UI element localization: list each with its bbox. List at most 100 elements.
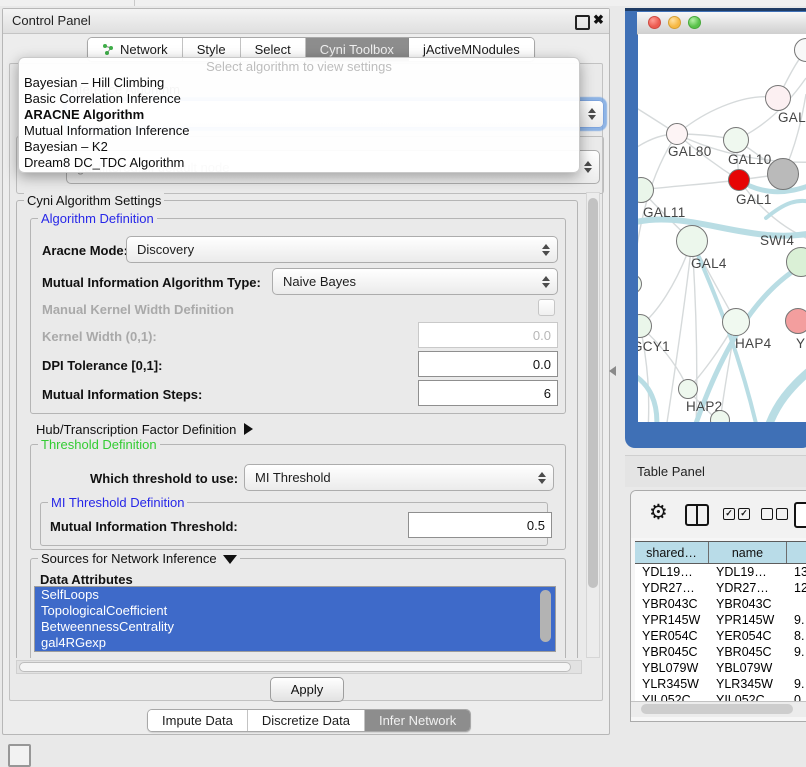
mi-threshold-value: 0.5 [527, 518, 545, 533]
attribute-item-selfloops[interactable]: SelfLoops [35, 587, 555, 603]
combo-stepper-icon [542, 244, 550, 256]
attribute-item-gal4rgexp[interactable]: gal4RGexp [35, 635, 555, 651]
algorithm-definition-label: Algorithm Definition [38, 211, 157, 226]
scrollbar-thumb[interactable] [19, 662, 571, 672]
mi-steps-field[interactable]: 6 [418, 380, 558, 406]
table-cell: YER054C [635, 628, 709, 644]
table-cell: YLR345W [709, 676, 787, 692]
scrollbar-thumb[interactable] [641, 704, 793, 714]
popup-item-aracne-algorithm[interactable]: ARACNE Algorithm [19, 107, 579, 123]
minimized-panel-icon[interactable] [8, 744, 31, 767]
deselect-all-icon[interactable] [761, 508, 788, 520]
tab-impute-data[interactable]: Impute Data [148, 710, 248, 731]
dpi-tolerance-field[interactable]: 0.0 [418, 351, 558, 377]
network-node-hap4[interactable] [722, 308, 750, 336]
popup-item-bayesian-k2[interactable]: Bayesian – K2 [19, 139, 579, 155]
mi-type-value: Naive Bayes [283, 274, 356, 289]
scrollbar-thumb[interactable] [588, 198, 598, 588]
network-canvas[interactable]: GALGAL80GAL10GAL1GAL11GAL4SWI4GCY1HAP4YH… [638, 34, 806, 422]
popup-item-bayesian-hill-climbing[interactable]: Bayesian – Hill Climbing [19, 75, 579, 91]
table-row[interactable]: YLR345WYLR345W9. [635, 676, 806, 692]
mac-minimize-icon[interactable] [668, 16, 681, 29]
table-panel-title: Table Panel [637, 464, 705, 479]
close-icon[interactable]: ✖ [593, 12, 604, 28]
table-cell: 9. [787, 676, 806, 692]
hub-definition-expander[interactable]: Hub/Transcription Factor Definition [36, 422, 253, 437]
gear-icon[interactable]: ⚙ [649, 500, 668, 525]
select-all-icon[interactable]: ✓✓ [723, 508, 750, 520]
which-threshold-value: MI Threshold [255, 470, 331, 485]
popup-item-mutual-information-inference[interactable]: Mutual Information Inference [19, 123, 579, 139]
tab-label: Cyni Toolbox [320, 42, 394, 57]
network-node-gal[interactable] [765, 85, 791, 111]
table-horizontal-scrollbar[interactable] [631, 701, 806, 717]
attributes-scrollbar[interactable] [540, 590, 551, 642]
top-toolbar-remnant [0, 0, 806, 6]
network-node-hap2[interactable] [678, 379, 698, 399]
network-node-y[interactable] [785, 308, 806, 334]
popup-placeholder: Select algorithm to view settings [19, 58, 579, 75]
network-node[interactable] [767, 158, 799, 190]
mi-type-combobox[interactable]: Naive Bayes [272, 268, 558, 295]
sources-group-label[interactable]: Sources for Network Inference [38, 551, 240, 566]
network-node-gal1[interactable] [728, 169, 750, 191]
table-cell: YER054C [709, 628, 787, 644]
table-cell [787, 596, 806, 612]
attribute-item-topologicalcoefficient[interactable]: TopologicalCoefficient [35, 603, 555, 619]
tab-label: Impute Data [162, 713, 233, 728]
network-node-label: HAP4 [735, 336, 771, 351]
network-node-label: GAL4 [691, 256, 727, 271]
data-attributes-list[interactable]: SelfLoopsTopologicalCoefficientBetweenne… [34, 586, 556, 652]
combo-stepper-icon [542, 276, 550, 288]
mac-close-icon[interactable] [648, 16, 661, 29]
tab-infer-network[interactable]: Infer Network [365, 710, 470, 731]
mi-threshold-label: Mutual Information Threshold: [50, 519, 238, 534]
new-table-icon[interactable] [794, 502, 806, 528]
table-cell: YDR27… [635, 580, 709, 596]
mi-threshold-field[interactable]: 0.5 [408, 512, 552, 538]
table-row[interactable]: YBL079WYBL079W [635, 660, 806, 676]
settings-horizontal-scrollbar[interactable] [16, 660, 582, 674]
network-node-label: GAL80 [668, 144, 712, 159]
table-cell: YDL19… [709, 564, 787, 580]
dpi-tolerance-label: DPI Tolerance [0,1]: [42, 358, 162, 373]
manual-kernel-checkbox[interactable] [538, 299, 555, 316]
table-body: YDL19…YDL19…13YDR27…YDR27…12YBR043CYBR04… [635, 564, 806, 708]
table-row[interactable]: YDR27…YDR27…12 [635, 580, 806, 596]
column-header-shared[interactable]: shared… [635, 542, 709, 563]
aracne-mode-combobox[interactable]: Discovery [126, 236, 558, 263]
splitter-collapse-icon[interactable] [609, 366, 616, 376]
table-row[interactable]: YER054CYER054C8. [635, 628, 806, 644]
column-header-name[interactable]: name [709, 542, 787, 563]
popup-item-basic-correlation-inference[interactable]: Basic Correlation Inference [19, 91, 579, 107]
cyni-mode-tabs: Impute Data Discretize DataInfer Network [147, 709, 471, 732]
which-threshold-combobox[interactable]: MI Threshold [244, 464, 554, 491]
tab-discretize-data[interactable]: Discretize Data [248, 710, 365, 731]
mac-zoom-icon[interactable] [688, 16, 701, 29]
apply-button[interactable]: Apply [270, 677, 344, 702]
attribute-item-betweennesscentrality[interactable]: BetweennessCentrality [35, 619, 555, 635]
table-toolbar: ⚙ ✓✓ [631, 491, 806, 538]
dpi-tolerance-value: 0.0 [533, 357, 551, 372]
node-table: shared…name YDL19…YDL19…13YDR27…YDR27…12… [635, 541, 806, 708]
float-window-icon[interactable] [575, 15, 590, 30]
network-node-label: GCY1 [638, 339, 670, 354]
network-node-gal10[interactable] [723, 127, 749, 153]
table-row[interactable]: YPR145WYPR145W9. [635, 612, 806, 628]
table-row[interactable]: YBR043CYBR043C [635, 596, 806, 612]
popup-item-dream8-dc-tdc-algorithm[interactable]: Dream8 DC_TDC Algorithm [19, 155, 579, 171]
table-cell: 9. [787, 644, 806, 660]
settings-vertical-scrollbar[interactable] [586, 192, 600, 658]
column-header[interactable] [787, 542, 806, 563]
network-window-titlebar[interactable] [637, 12, 806, 35]
kernel-width-field[interactable]: 0.0 [418, 322, 558, 348]
threshold-definition-label: Threshold Definition [38, 437, 160, 452]
split-pane-icon[interactable] [685, 504, 709, 526]
kernel-width-value: 0.0 [533, 328, 551, 343]
panel-title: Control Panel [12, 13, 91, 28]
table-row[interactable]: YBR045CYBR045C9. [635, 644, 806, 660]
network-node-gal4[interactable] [676, 225, 708, 257]
table-row[interactable]: YDL19…YDL19…13 [635, 564, 806, 580]
network-node-gal80[interactable] [666, 123, 688, 145]
tab-label: Select [255, 42, 291, 57]
